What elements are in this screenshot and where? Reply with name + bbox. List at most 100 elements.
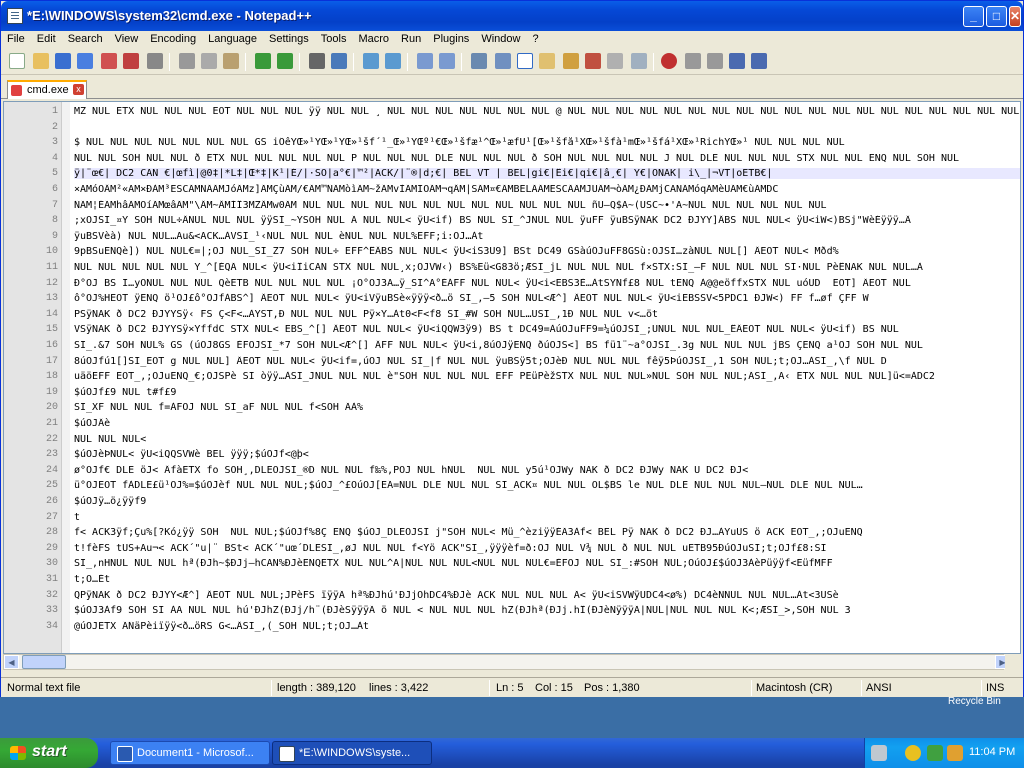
network-icon[interactable] <box>871 745 887 761</box>
fold-margin[interactable] <box>62 102 70 653</box>
menu-search[interactable]: Search <box>62 31 109 45</box>
paste-icon[interactable] <box>223 53 239 69</box>
text-line[interactable]: PSÿNAK ð DC2 ÐJYYSÿ‹ FS Ç<F<…ÀYST,Ð NUL … <box>74 309 1020 320</box>
close-all-icon[interactable] <box>123 53 139 69</box>
zoom-out-icon[interactable] <box>385 53 401 69</box>
user-defined-language-icon[interactable] <box>539 53 555 69</box>
function-list-icon[interactable] <box>585 53 601 69</box>
menu-settings[interactable]: Settings <box>263 31 315 45</box>
connection-icon[interactable] <box>927 745 943 761</box>
title-bar[interactable]: *E:\WINDOWS\system32\cmd.exe - Notepad++… <box>1 1 1023 31</box>
text-line[interactable]: $úÓJèÞNUL< ÿU<iQQSVWè BEL ÿÿÿ;$úÓJf<@þ< <box>74 449 1020 460</box>
text-line[interactable]: uäöEFF EOT_,;ÓJuENQ_€;ÓJSPè SI òÿÿ…ÀSI_J… <box>74 371 1020 382</box>
line-number: 16 <box>45 340 58 351</box>
menu-edit[interactable]: Edit <box>31 31 62 45</box>
text-line[interactable]: @úÓJETX ÃÑäPèiïÿÿ<ð…öRS G<…ÂSI_,(_SOH NU… <box>74 621 1020 632</box>
maximize-button[interactable]: □ <box>986 6 1007 27</box>
text-line[interactable]: 9pBSuENQè]) NUL NUL€=|;ÓJ NUL_SI_Z7 SOH … <box>74 246 1020 257</box>
save-icon[interactable] <box>55 53 71 69</box>
text-line[interactable]: NUL NUL NUL NUL NUL Y_^[ÉQÃ NUL< ÿU<iÎiC… <box>74 262 1020 273</box>
minimize-button[interactable]: _ <box>963 6 984 27</box>
run-macro-multiple-icon[interactable] <box>729 53 745 69</box>
menu-help[interactable]: ? <box>526 31 544 45</box>
text-line[interactable]: ÿuBSVèà) NUL NUL…Äu&<ACK…ÀVSI_¹‹NUL NUL … <box>74 231 1020 242</box>
recycle-bin-label[interactable]: Recycle Bin <box>948 696 1001 707</box>
text-line[interactable]: $úÓJf£9 NUL t#f£9 <box>74 387 1020 398</box>
sync-horizontal-icon[interactable] <box>439 53 455 69</box>
show-all-characters-icon[interactable] <box>495 53 511 69</box>
indent-guide-icon[interactable] <box>517 53 533 69</box>
text-line[interactable]: $úÓJÂè <box>74 418 1020 429</box>
menu-language[interactable]: Language <box>202 31 263 45</box>
cut-icon[interactable] <box>179 53 195 69</box>
tab-cmd-exe[interactable]: cmd.exe x <box>7 80 87 99</box>
text-line[interactable]: ø°ÓJf€ DLE öJ< ÂfàETX fo SOH¸,DLEÔJSI_®D… <box>74 465 1020 476</box>
close-button[interactable]: ✕ <box>1009 6 1021 27</box>
menu-plugins[interactable]: Plugins <box>427 31 475 45</box>
document-map-icon[interactable] <box>563 53 579 69</box>
text-line[interactable]: SI_XF NUL NUL f=ÀFÓJ NUL SI_aF NUL NUL f… <box>74 402 1020 413</box>
text-line[interactable]: ;xÓJSI_¤Ÿ SOH NUL÷ÂNUL NUL NUL ÿÿSI_~ŸSO… <box>74 215 1020 226</box>
horizontal-scrollbar[interactable]: ◀ <box>3 654 1004 670</box>
menu-file[interactable]: File <box>1 31 31 45</box>
stop-macro-icon[interactable] <box>685 53 701 69</box>
menu-tools[interactable]: Tools <box>315 31 353 45</box>
monitoring-icon[interactable] <box>631 53 647 69</box>
close-file-icon[interactable] <box>101 53 117 69</box>
text-line[interactable]: $úÓJÿ…ö¿ÿÿf9 <box>74 496 1020 507</box>
new-file-icon[interactable] <box>9 53 25 69</box>
text-line[interactable]: ×ÄMóÔÂM²«ÄM×ÐÀM³ESCÃMNÃÃMJóÃMz]ÃMÇùÃM/€Ã… <box>74 184 1020 195</box>
clock[interactable]: 11:04 PM <box>969 746 1015 758</box>
word-wrap-icon[interactable] <box>471 53 487 69</box>
text-line[interactable]: t <box>74 512 1020 523</box>
text-line[interactable]: NUL NUL NUL< <box>74 434 1020 445</box>
open-file-icon[interactable] <box>33 53 49 69</box>
text-line[interactable]: $ NUL NUL NUL NUL NUL NUL NUL GS iÕêYŒ»¹… <box>74 137 1020 148</box>
search-tray-icon[interactable] <box>947 745 963 761</box>
scrollbar-thumb[interactable] <box>22 655 66 669</box>
text-line[interactable]: Ð°ÓJ BS I…yÔNUL NUL NUL QèETB NUL NUL NU… <box>74 278 1020 289</box>
taskbar-item-word[interactable]: Document1 - Microsof... <box>110 741 270 765</box>
start-button[interactable]: start <box>0 738 98 768</box>
text-line[interactable]: ô°ÓJ%HEOT ÿENQ ö¹ÓJ£ô°ÓJfÀBS^] ÂEOT NUL … <box>74 293 1020 304</box>
taskbar-item-notepadpp[interactable]: *E:\WINDOWS\syste... <box>272 741 432 765</box>
security-shield-icon[interactable] <box>905 745 921 761</box>
text-line[interactable]: MZ NUL ETX NUL NUL NUL EOT NUL NUL NUL ÿ… <box>74 106 1020 117</box>
tab-close-icon[interactable]: x <box>73 84 84 95</box>
text-line[interactable]: f< ACK3ÿf;Çu%[?Kó¿ÿÿ SOH NUL NUL;$úÓJf%8… <box>74 527 1020 538</box>
editor-area[interactable]: 1 MZ NUL ETX NUL NUL NUL EOT NUL NUL NUL … <box>3 101 1021 654</box>
text-line[interactable]: ü°ÓJEOT fÀDLE£ü¹ÓJ%=$úÓJèf NUL NUL NUL;$… <box>74 480 1020 491</box>
text-line[interactable]: ÿ|¨œ€| DC2 CAN €|œfì|@0‡|*L‡|Œ*‡|K¹|É/|·… <box>74 168 1020 180</box>
menu-macro[interactable]: Macro <box>352 31 395 45</box>
sync-vertical-icon[interactable] <box>417 53 433 69</box>
menu-window[interactable]: Window <box>475 31 526 45</box>
text-line[interactable]: SI_,nHNUL NUL NUL hª(ÐJh~$ÐJj–hCAN%ÐJèEN… <box>74 558 1020 569</box>
menu-run[interactable]: Run <box>395 31 427 45</box>
notepad-app-icon[interactable] <box>7 8 23 24</box>
find-icon[interactable] <box>309 53 325 69</box>
play-macro-icon[interactable] <box>707 53 723 69</box>
text-line[interactable]: NUL NUL SOH NUL NUL ð ETX NUL NUL NUL NU… <box>74 153 1020 164</box>
menu-view[interactable]: View <box>109 31 145 45</box>
window-title: *E:\WINDOWS\system32\cmd.exe - Notepad++ <box>27 8 312 23</box>
scroll-left-icon[interactable]: ◀ <box>4 655 19 669</box>
redo-icon[interactable] <box>277 53 293 69</box>
save-all-icon[interactable] <box>77 53 93 69</box>
text-line[interactable]: $úÓJ3Àf9 SOH SI ÀÄ NUL NUL hú'ÐJhZ(ÐJj/h… <box>74 605 1020 616</box>
text-line[interactable]: SI_.&7 SOH NUL% GS (úÓJ8GS ÈFÓJSI_*7 SOH… <box>74 340 1020 351</box>
menu-encoding[interactable]: Encoding <box>144 31 202 45</box>
print-icon[interactable] <box>147 53 163 69</box>
record-macro-icon[interactable] <box>661 53 677 69</box>
copy-icon[interactable] <box>201 53 217 69</box>
save-macro-icon[interactable] <box>751 53 767 69</box>
text-line[interactable]: t!fèFS tUS+Äu¬< ACK´"u|¨ BSt< ACK´"uœ´DL… <box>74 543 1020 554</box>
text-line[interactable]: ÑÃM¦ÉÃMhâÃMOíÃMœâÃM"\ÂM~ÂMÍÎ3MZÂMw0ÃM NU… <box>74 200 1020 211</box>
text-line[interactable]: VSÿNAK ð DC2 ÐJYYSÿ×YffdC STX NUL< EBS_^… <box>74 324 1020 335</box>
text-line[interactable]: 8úÓJfú1[]SI_EOT g NUL NUL] ÂEOT NUL NUL<… <box>74 356 1020 367</box>
undo-icon[interactable] <box>255 53 271 69</box>
replace-icon[interactable] <box>331 53 347 69</box>
folder-as-workspace-icon[interactable] <box>607 53 623 69</box>
text-line[interactable]: t;Ó…Ét <box>74 574 1020 585</box>
text-line[interactable]: QPÿNAK ð DC2 ÐJYY<Æ^] ÂEOT NUL NUL;JPèFS… <box>74 590 1020 601</box>
zoom-in-icon[interactable] <box>363 53 379 69</box>
